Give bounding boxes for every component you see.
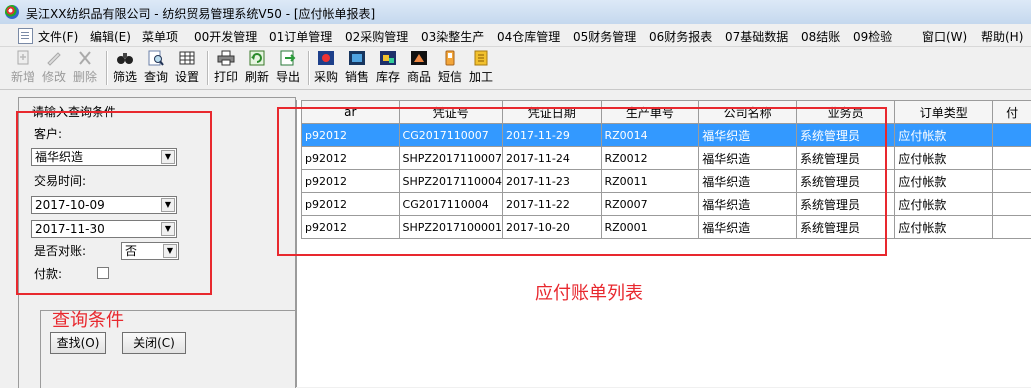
table-cell[interactable]: 应付帐款: [895, 216, 993, 239]
document-icon: [18, 28, 33, 44]
sms-icon: [441, 50, 459, 66]
sales-button[interactable]: 销售: [342, 49, 372, 87]
menu-development[interactable]: 00开发管理: [194, 28, 257, 45]
delete-x-icon: [76, 50, 94, 66]
table-cell[interactable]: [993, 193, 1031, 216]
add-doc-icon: [14, 50, 32, 66]
stock-icon: [379, 50, 397, 66]
grid-settings-icon: [178, 50, 196, 66]
add-label: 新增: [8, 68, 38, 85]
menu-inspection[interactable]: 09检验: [853, 28, 892, 45]
menu-closing[interactable]: 08结账: [801, 28, 840, 45]
table-cell[interactable]: [993, 216, 1031, 239]
print-label: 打印: [211, 68, 241, 85]
menu-menu-items[interactable]: 菜单项: [142, 28, 178, 45]
sms-label: 短信: [435, 68, 465, 85]
settings-label: 设置: [172, 68, 202, 85]
edit-label: 修改: [39, 68, 69, 85]
toolbar-separator: [106, 51, 107, 85]
table-cell[interactable]: [993, 124, 1031, 147]
list-annotation-box: [277, 107, 887, 256]
export-icon: [279, 50, 297, 66]
window-title: 吴江XX纺织品有限公司 - 纺织贸易管理系统V50 - [应付帐单报表]: [26, 5, 375, 22]
table-cell[interactable]: 应付帐款: [895, 147, 993, 170]
column-header[interactable]: 订单类型: [895, 101, 993, 124]
pen-icon: [45, 50, 63, 66]
query-annotation-label: 查询条件: [52, 306, 124, 332]
table-cell[interactable]: [993, 170, 1031, 193]
print-button[interactable]: 打印: [211, 49, 241, 87]
menu-help[interactable]: 帮助(H): [981, 28, 1023, 45]
settings-button[interactable]: 设置: [172, 49, 202, 87]
sales-icon: [348, 50, 366, 66]
menu-finance[interactable]: 05财务管理: [573, 28, 636, 45]
magnifier-doc-icon: [147, 50, 165, 66]
filter-label: 筛选: [110, 68, 140, 85]
column-header[interactable]: 付: [993, 101, 1031, 124]
printer-icon: [217, 50, 235, 66]
toolbar: 新增 修改 删除 筛选 查询 设置 打印: [0, 47, 1031, 90]
purchase-label: 采购: [311, 68, 341, 85]
toolbar-separator: [207, 51, 208, 85]
process-label: 加工: [466, 68, 496, 85]
menu-finance-reports[interactable]: 06财务报表: [649, 28, 712, 45]
table-cell[interactable]: 应付帐款: [895, 124, 993, 147]
refresh-button[interactable]: 刷新: [242, 49, 272, 87]
menu-purchasing[interactable]: 02采购管理: [345, 28, 408, 45]
query-label: 查询: [141, 68, 171, 85]
edit-button[interactable]: 修改: [39, 49, 69, 87]
add-button[interactable]: 新增: [8, 49, 38, 87]
query-button[interactable]: 查询: [141, 49, 171, 87]
refresh-label: 刷新: [242, 68, 272, 85]
menu-edit[interactable]: 编辑(E): [90, 28, 131, 45]
refresh-icon: [248, 50, 266, 66]
purchase-icon: [317, 50, 335, 66]
menu-orders[interactable]: 01订单管理: [269, 28, 332, 45]
close-button[interactable]: 关闭(C): [122, 332, 186, 354]
filter-button[interactable]: 筛选: [110, 49, 140, 87]
sms-button[interactable]: 短信: [435, 49, 465, 87]
menu-base-data[interactable]: 07基础数据: [725, 28, 788, 45]
binoculars-icon: [116, 50, 134, 66]
title-bar: 吴江XX纺织品有限公司 - 纺织贸易管理系统V50 - [应付帐单报表]: [0, 0, 1031, 25]
table-cell[interactable]: 应付帐款: [895, 193, 993, 216]
export-label: 导出: [273, 68, 303, 85]
table-cell[interactable]: [993, 147, 1031, 170]
purchase-button[interactable]: 采购: [311, 49, 341, 87]
sales-label: 销售: [342, 68, 372, 85]
goods-button[interactable]: 商品: [404, 49, 434, 87]
stock-button[interactable]: 库存: [373, 49, 403, 87]
table-cell[interactable]: 应付帐款: [895, 170, 993, 193]
app-logo-icon: [5, 5, 19, 19]
stock-label: 库存: [373, 68, 403, 85]
delete-label: 删除: [70, 68, 100, 85]
delete-button[interactable]: 删除: [70, 49, 100, 87]
export-button[interactable]: 导出: [273, 49, 303, 87]
query-annotation-box: [16, 111, 212, 295]
menu-dyeing[interactable]: 03染整生产: [421, 28, 484, 45]
find-button[interactable]: 查找(O): [50, 332, 106, 354]
goods-icon: [410, 50, 428, 66]
toolbar-separator: [308, 51, 309, 85]
process-icon: [472, 50, 490, 66]
menu-window[interactable]: 窗口(W): [922, 28, 967, 45]
process-button[interactable]: 加工: [466, 49, 496, 87]
menu-file[interactable]: 文件(F): [38, 28, 78, 45]
list-annotation-label: 应付账单列表: [535, 279, 643, 305]
menu-warehouse[interactable]: 04仓库管理: [497, 28, 560, 45]
goods-label: 商品: [404, 68, 434, 85]
